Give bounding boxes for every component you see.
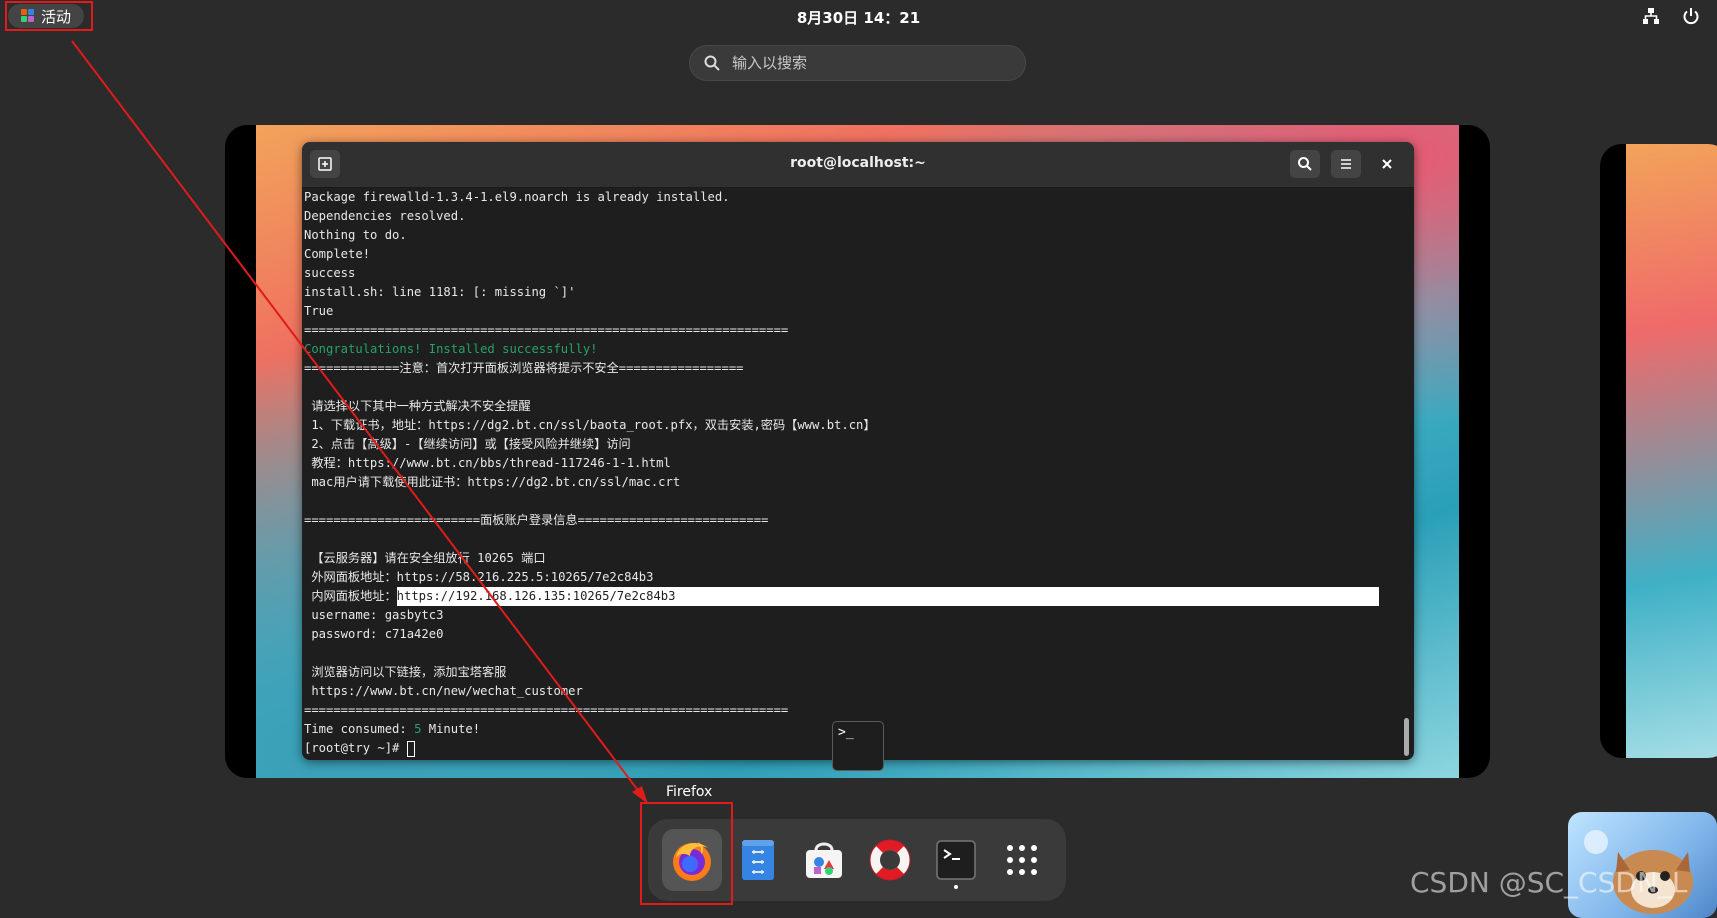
dash-item-terminal[interactable] <box>926 829 986 891</box>
terminal-line: https://www.bt.cn/new/wechat_customer <box>304 684 583 698</box>
terminal-line: Dependencies resolved. <box>304 209 466 223</box>
terminal-search-button[interactable] <box>1290 150 1320 178</box>
terminal-line: 教程：https://www.bt.cn/bbs/thread-117246-1… <box>304 456 671 470</box>
files-icon <box>742 840 774 880</box>
selected-inner-url[interactable]: https://192.168.126.135:10265/7e2c84b3 <box>396 587 1379 606</box>
shell-prompt: [root@try ~]# <box>304 741 407 755</box>
network-icon[interactable] <box>1642 7 1660 25</box>
search-input[interactable] <box>730 53 994 73</box>
search-bar[interactable] <box>689 45 1026 81</box>
terminal-line: 请选择以下其中一种方式解决不安全提醒 <box>304 399 531 413</box>
terminal-line: username: gasbytc3 <box>304 608 444 622</box>
terminal-prompt-glyph: >_ <box>838 725 854 740</box>
search-icon <box>1298 157 1312 171</box>
terminal-line: 【云服务器】请在安全组放行 10265 端口 <box>304 551 546 565</box>
terminal-line-selected: 内网面板地址：https://192.168.126.135:10265/7e2… <box>304 587 1400 606</box>
terminal-window-app-icon: >_ <box>832 721 884 771</box>
activities-highlight-box <box>5 1 93 31</box>
show-apps-button[interactable] <box>992 829 1052 891</box>
dash-item-software[interactable] <box>794 829 854 891</box>
top-bar: 活动 8月30日 14：21 <box>0 0 1717 32</box>
terminal-line: mac用户请下载使用此证书：https://dg2.bt.cn/ssl/mac.… <box>304 475 681 489</box>
wallpaper <box>1626 144 1717 758</box>
terminal-line: success <box>304 266 356 280</box>
text-cursor <box>406 740 415 757</box>
watermark: CSDN @SC_CSDN_L <box>1410 866 1688 899</box>
terminal-menu-button[interactable] <box>1331 150 1361 178</box>
terminal-window[interactable]: root@localhost:~ Package firewalld-1.3.4… <box>302 142 1414 760</box>
terminal-line: 2、点击【高级】-【继续访问】或【接受风险并继续】访问 <box>304 437 631 451</box>
power-icon[interactable] <box>1682 7 1700 25</box>
terminal-line: password: c71a42e0 <box>304 627 444 641</box>
hamburger-menu-icon <box>1341 159 1351 169</box>
terminal-line: True <box>304 304 334 318</box>
terminal-line: ========================================… <box>304 323 789 337</box>
terminal-line-success: Congratulations! Installed successfully! <box>304 342 598 356</box>
terminal-line: ========================================… <box>304 703 789 717</box>
terminal-line: =============注意：首次打开面板浏览器将提示不安全=========… <box>304 361 744 375</box>
search-icon <box>704 55 720 71</box>
dash-item-files[interactable] <box>728 829 788 891</box>
terminal-title: root@localhost:~ <box>790 155 926 171</box>
firefox-highlight-box <box>640 802 733 905</box>
help-lifebuoy-icon <box>869 839 911 881</box>
workspace-thumbnail-next[interactable] <box>1600 144 1717 758</box>
clock[interactable]: 8月30日 14：21 <box>0 7 1717 28</box>
terminal-line: Package firewalld-1.3.4-1.el9.noarch is … <box>304 190 730 204</box>
terminal-scrollbar[interactable] <box>1402 188 1410 758</box>
dash-item-help[interactable] <box>860 829 920 891</box>
time-suffix: Minute! <box>421 722 481 736</box>
terminal-header: root@localhost:~ <box>302 142 1414 188</box>
inner-address-label: 内网面板地址： <box>304 589 397 603</box>
terminal-output[interactable]: Package firewalld-1.3.4-1.el9.noarch is … <box>304 188 1400 760</box>
corner-dog-sticker-image <box>1568 812 1717 918</box>
terminal-icon <box>936 840 976 880</box>
terminal-line: ========================面板账户登录信息========… <box>304 513 769 527</box>
terminal-line: Complete! <box>304 247 371 261</box>
terminal-line: install.sh: line 1181: [: missing `]' <box>304 285 576 299</box>
terminal-line: 外网面板地址：https://58.216.225.5:10265/7e2c84… <box>304 570 654 584</box>
close-button[interactable] <box>1372 150 1402 178</box>
software-bag-icon <box>806 842 842 878</box>
terminal-line: 1、下载证书，地址：https://dg2.bt.cn/ssl/baota_ro… <box>304 418 876 432</box>
app-grid-icon <box>1007 845 1037 875</box>
dash-tooltip: Firefox <box>656 780 723 804</box>
scrollbar-thumb[interactable] <box>1404 718 1409 756</box>
terminal-line: 浏览器访问以下链接，添加宝塔客服 <box>304 665 507 679</box>
close-icon <box>1382 159 1392 169</box>
time-prefix: Time consumed: <box>304 722 415 736</box>
terminal-line: Nothing to do. <box>304 228 407 242</box>
running-indicator <box>954 885 958 889</box>
